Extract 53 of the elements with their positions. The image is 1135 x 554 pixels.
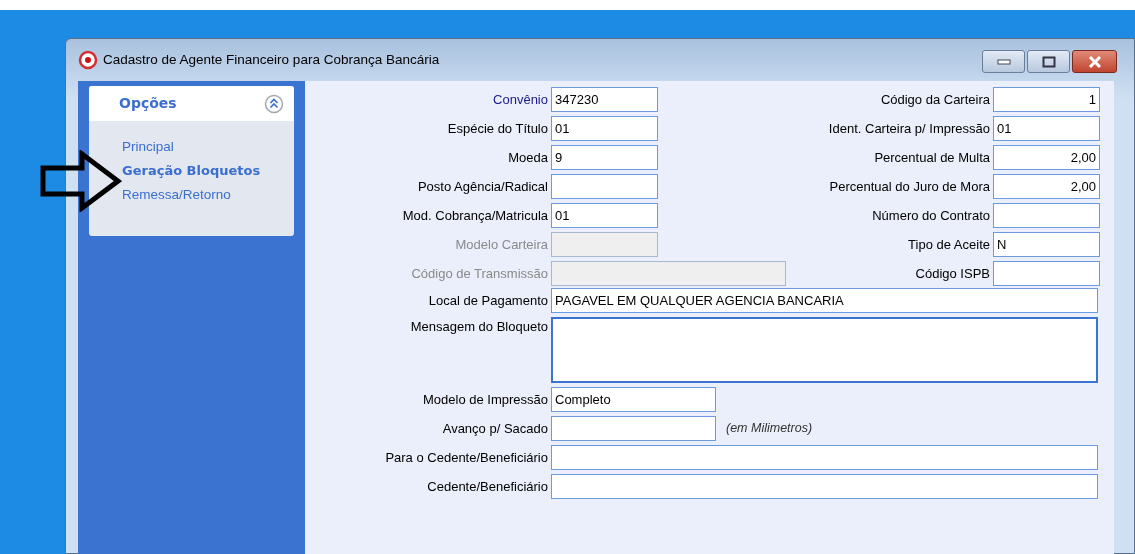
text-field[interactable]: 2,00 <box>993 174 1100 199</box>
field-label: Código da Carteira <box>879 90 991 109</box>
unit-note: (em Milimetros) <box>726 420 813 438</box>
text-field[interactable] <box>993 261 1100 286</box>
text-field[interactable]: 01 <box>993 116 1100 141</box>
collapse-icon[interactable] <box>264 93 284 114</box>
text-field[interactable] <box>551 474 1098 499</box>
text-field[interactable] <box>551 416 716 441</box>
field-label: Percentual de Multa <box>873 148 991 167</box>
close-button[interactable] <box>1072 50 1117 73</box>
text-field[interactable]: PAGAVEL EM QUALQUER AGENCIA BANCARIA <box>551 288 1098 313</box>
text-field[interactable] <box>551 445 1098 470</box>
field-label: Ident. Carteira p/ Impressão <box>827 119 991 138</box>
maximize-icon <box>1041 55 1056 68</box>
text-field[interactable]: 347230 <box>551 87 658 112</box>
sidebar-item[interactable]: Remessa/Retorno <box>122 185 294 205</box>
sidebar-item[interactable]: Geração Bloquetos <box>122 161 294 181</box>
field-label: Avanço p/ Sacado <box>441 419 549 438</box>
text-field[interactable]: Completo <box>551 387 716 412</box>
app-icon <box>78 50 98 70</box>
field-label: Percentual do Juro de Mora <box>828 177 991 196</box>
text-field[interactable]: 2,00 <box>993 145 1100 170</box>
field-label: Espécie do Título <box>446 119 549 138</box>
options-title: Opções <box>119 94 177 113</box>
text-field[interactable]: 9 <box>551 145 658 170</box>
field-label: Mensagem do Bloqueto <box>409 318 549 336</box>
field-label: Para o Cedente/Beneficiário <box>384 448 549 467</box>
window-title: Cadastro de Agente Financeiro para Cobrança Bancária <box>103 50 440 69</box>
minimize-icon <box>996 58 1011 65</box>
field-label: Local de Pagamento <box>427 291 549 310</box>
text-field[interactable]: N <box>993 232 1100 257</box>
sidebar-item[interactable]: Principal <box>122 137 294 157</box>
maximize-button[interactable] <box>1027 50 1070 73</box>
text-field[interactable] <box>551 174 658 199</box>
text-field[interactable] <box>993 203 1100 228</box>
text-field[interactable]: 01 <box>551 203 658 228</box>
field-label: Convênio <box>492 90 549 109</box>
field-label: Modelo Carteira <box>454 235 549 254</box>
field-label: Código ISPB <box>914 264 991 283</box>
field-label: Tipo de Aceite <box>907 235 991 254</box>
close-icon <box>1086 54 1103 69</box>
field-label: Modelo de Impressão <box>422 390 549 409</box>
field-label: Cedente/Beneficiário <box>426 477 549 496</box>
field-label: Código de Transmissão <box>410 264 549 283</box>
arrow-icon <box>40 150 122 212</box>
field-label: Número do Contrato <box>871 206 991 225</box>
minimize-button[interactable] <box>982 50 1025 73</box>
field-label: Posto Agência/Radical <box>416 177 549 196</box>
text-field[interactable]: 01 <box>551 116 658 141</box>
field-label: Mod. Cobrança/Matricula <box>401 206 549 225</box>
field-label: Moeda <box>507 148 549 167</box>
message-area[interactable] <box>551 317 1098 383</box>
text-field[interactable]: 1 <box>993 87 1100 112</box>
